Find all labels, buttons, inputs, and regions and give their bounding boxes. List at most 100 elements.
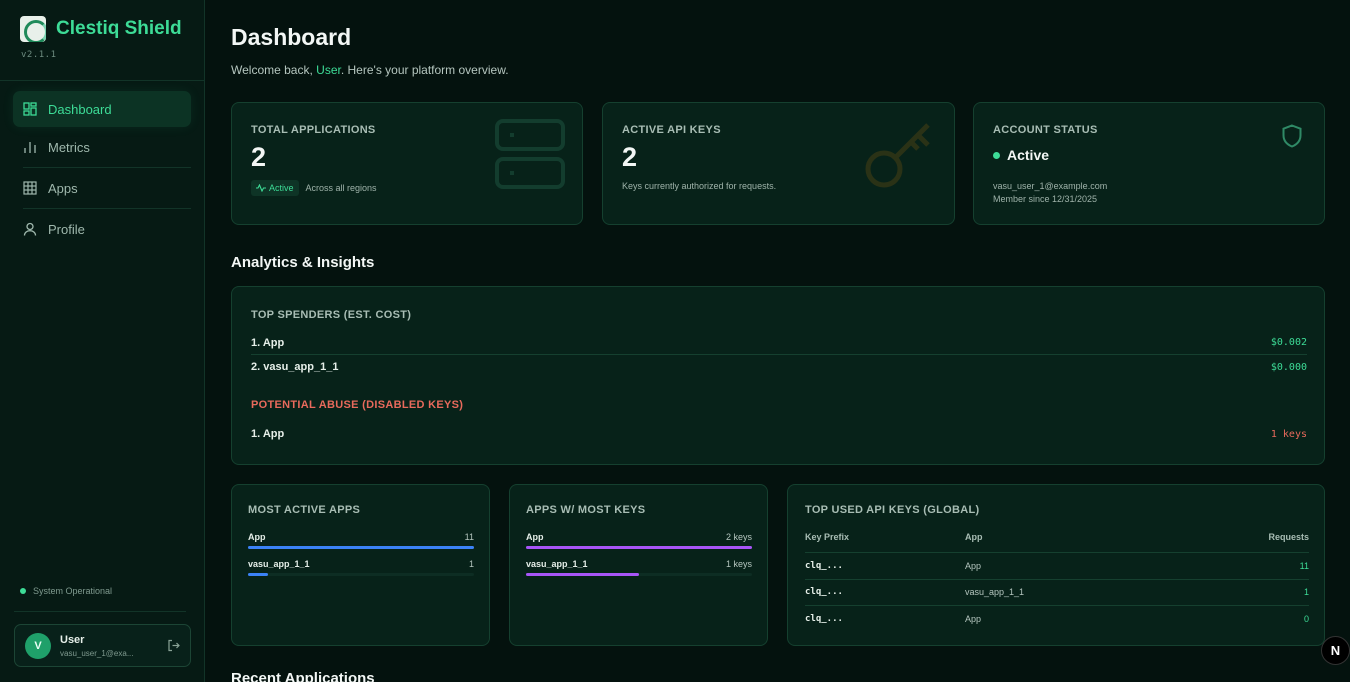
sidebar-item-label: Metrics	[48, 139, 90, 155]
user-email: vasu_user_1@exa...	[60, 648, 134, 658]
analytics-card: TOP SPENDERS (EST. COST) 1. App $0.002 2…	[231, 286, 1325, 465]
key-prefix: clq_...	[805, 552, 965, 579]
spender-cost: $0.002	[1270, 337, 1307, 348]
card-title: TOP USED API KEYS (GLOBAL)	[805, 504, 980, 516]
system-status: System Operational	[20, 586, 112, 596]
abuse-label: POTENTIAL ABUSE (DISABLED KEYS)	[251, 399, 464, 411]
table-row[interactable]: clq_... App 11	[805, 552, 1309, 579]
welcome-user: User	[316, 63, 341, 77]
bar-chart-icon	[24, 142, 36, 153]
stat-footer: Active Across all regions	[251, 180, 377, 196]
bar-fill	[248, 546, 474, 549]
bar-value: 1 keys	[725, 559, 752, 569]
sidebar-item-label: Apps	[48, 180, 78, 196]
recent-applications-title: Recent Applications	[231, 670, 375, 682]
account-status-card: ACCOUNT STATUS Active vasu_user_1@exampl…	[973, 102, 1325, 225]
stat-note: Across all regions	[305, 183, 377, 193]
bar-track	[526, 546, 752, 549]
bar-item[interactable]: App 11	[248, 532, 474, 549]
abuse-list: 1. App 1 keys	[251, 422, 1307, 446]
bar-value: 11	[464, 532, 474, 542]
list-item[interactable]: 1. App 1 keys	[251, 422, 1307, 446]
bar-item[interactable]: vasu_app_1_1 1	[248, 559, 474, 576]
activity-icon	[256, 184, 266, 192]
top-api-keys-card: TOP USED API KEYS (GLOBAL) Key Prefix Ap…	[787, 484, 1325, 646]
table-row[interactable]: clq_... App 0	[805, 605, 1309, 632]
brand[interactable]: Clestiq Shield	[0, 0, 204, 42]
welcome-prefix: Welcome back,	[231, 63, 317, 77]
abuse-app-name: 1. App	[251, 428, 285, 440]
key-app: vasu_app_1_1	[965, 578, 1170, 606]
sidebar-item-label: Profile	[48, 221, 85, 237]
bar-label: vasu_app_1_1	[526, 559, 588, 569]
column-header: App	[965, 532, 983, 542]
account-email: vasu_user_1@example.com	[993, 181, 1108, 191]
abuse-count: 1 keys	[1270, 428, 1307, 440]
account-status-text: Active	[1007, 147, 1050, 163]
grid-icon	[23, 181, 37, 195]
stat-label: ACTIVE API KEYS	[622, 124, 721, 136]
welcome-text: Welcome back, User. Here's your platform…	[231, 63, 1325, 77]
column-header: Key Prefix	[805, 532, 850, 542]
active-api-keys-card: ACTIVE API KEYS 2 Keys currently authori…	[602, 102, 955, 225]
member-since: Member since 12/31/2025	[993, 194, 1098, 204]
sidebar-item-profile[interactable]: Profile	[13, 211, 191, 247]
key-requests: 0	[1169, 605, 1309, 632]
stat-value: 2	[251, 142, 267, 172]
shield-icon	[1282, 124, 1302, 148]
sidebar-item-apps[interactable]: Apps	[13, 170, 191, 206]
apps-most-keys-card: APPS W/ MOST KEYS App 2 keys vasu_app_1_1…	[509, 484, 768, 646]
bar-item[interactable]: App 2 keys	[526, 532, 752, 549]
status-badge: Active	[251, 180, 299, 196]
total-applications-card: TOTAL APPLICATIONS 2 Active Across all r…	[231, 102, 583, 225]
bar-fill	[248, 573, 269, 576]
key-app: App	[965, 552, 1170, 579]
bar-label: App	[248, 532, 266, 542]
user-card[interactable]: V User vasu_user_1@exa...	[14, 624, 191, 667]
most-active-apps-card: MOST ACTIVE APPS App 11 vasu_app_1_1 1	[231, 484, 490, 646]
list-item[interactable]: 1. App $0.002	[251, 331, 1307, 355]
table-header: Key Prefix App Requests	[805, 532, 1309, 553]
badge-label: Active	[269, 183, 294, 193]
section-title: Analytics & Insights	[231, 254, 375, 271]
brand-name: Clestiq Shield	[56, 18, 182, 39]
logout-icon[interactable]	[167, 639, 180, 652]
user-icon	[23, 222, 37, 236]
bar-track	[248, 546, 474, 549]
stat-value: 2	[622, 142, 638, 172]
key-app: App	[965, 605, 1170, 632]
column-header: Requests	[1268, 532, 1309, 542]
bar-item[interactable]: vasu_app_1_1 1 keys	[526, 559, 752, 576]
api-keys-table: Key Prefix App Requests clq_... App 11 c…	[805, 532, 1309, 632]
stat-label: ACCOUNT STATUS	[993, 124, 1098, 136]
bar-label: App	[526, 532, 544, 542]
key-icon	[865, 123, 930, 188]
account-status: Active	[993, 147, 1049, 163]
stat-label: TOTAL APPLICATIONS	[251, 124, 376, 136]
logo-icon	[20, 16, 46, 42]
spender-name: 2. vasu_app_1_1	[251, 361, 339, 373]
list-item[interactable]: 2. vasu_app_1_1 $0.000	[251, 355, 1307, 379]
dashboard-icon	[23, 102, 37, 116]
main-content: Dashboard Welcome back, User. Here's you…	[231, 0, 1325, 682]
next-dev-tools-button[interactable]: N	[1321, 636, 1350, 665]
sidebar-nav: Dashboard Metrics Apps Profile	[0, 81, 204, 259]
avatar: V	[25, 632, 51, 659]
version-label: v2.1.1	[21, 50, 57, 60]
card-title: APPS W/ MOST KEYS	[526, 504, 646, 516]
sidebar-item-metrics[interactable]: Metrics	[13, 129, 191, 165]
sidebar-item-dashboard[interactable]: Dashboard	[13, 91, 191, 127]
divider	[23, 208, 191, 209]
bar-fill	[526, 573, 639, 576]
bar-track	[526, 573, 752, 576]
divider	[14, 611, 186, 612]
key-prefix: clq_...	[805, 605, 965, 632]
table-row[interactable]: clq_... vasu_app_1_1 1	[805, 578, 1309, 606]
bar-track	[248, 573, 474, 576]
stat-note: Keys currently authorized for requests.	[622, 181, 777, 191]
welcome-suffix: . Here's your platform overview.	[340, 63, 509, 77]
server-icon	[495, 119, 565, 189]
user-info: User vasu_user_1@exa...	[60, 634, 167, 658]
sidebar-item-label: Dashboard	[48, 101, 112, 117]
status-dot	[993, 151, 1000, 159]
